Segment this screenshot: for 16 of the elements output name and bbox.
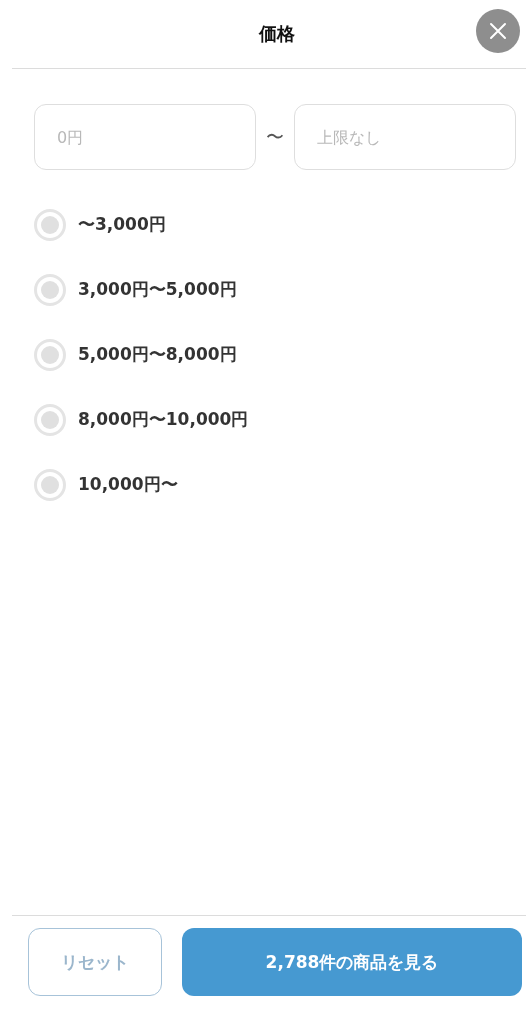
price-option-label[interactable]: 5,000円〜8,000円 xyxy=(78,343,237,366)
range-separator: 〜 xyxy=(266,125,284,149)
radio-button[interactable] xyxy=(34,273,66,306)
radio-button[interactable] xyxy=(34,403,66,436)
max-price-field[interactable]: 上限なし xyxy=(294,104,516,170)
close-button[interactable] xyxy=(476,9,520,53)
price-option-label[interactable]: 3,000円〜5,000円 xyxy=(78,278,237,301)
radio-button[interactable] xyxy=(34,208,66,241)
min-price-field[interactable]: 0円 xyxy=(34,104,256,170)
price-option-label[interactable]: 8,000円〜10,000円 xyxy=(78,408,249,431)
radio-button[interactable] xyxy=(34,468,66,501)
price-option-label[interactable]: 〜3,000円 xyxy=(78,213,166,236)
price-option-label[interactable]: 10,000円〜 xyxy=(78,473,178,496)
sheet-title: 価格 xyxy=(259,22,295,46)
close-icon xyxy=(489,22,507,40)
radio-button[interactable] xyxy=(34,338,66,371)
